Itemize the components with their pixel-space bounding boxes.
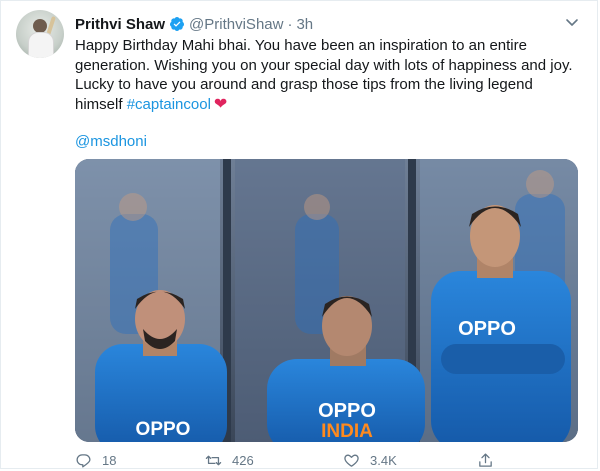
mention-line: @msdhoni [75, 133, 147, 150]
heart-icon [344, 454, 359, 467]
reply-icon [76, 454, 91, 468]
retweet-icon [205, 455, 222, 466]
share-button[interactable] [477, 452, 494, 469]
author-handle[interactable]: @PrithviShaw [189, 16, 283, 33]
tweet-header: Prithvi Shaw @PrithviShaw · 3h [75, 14, 313, 34]
like-count: 3.4K [370, 453, 397, 468]
jersey-brand-text: OPPO [458, 318, 516, 340]
profile-avatar[interactable] [16, 10, 64, 58]
photo-illustration: OPPO OPPO INDIA OPPO [75, 159, 578, 442]
reply-count: 18 [102, 453, 117, 468]
tweet-line: Lucky to have you around and grasp those… [75, 76, 533, 93]
mention-link[interactable]: @msdhoni [75, 133, 147, 150]
tweet-time[interactable]: 3h [296, 16, 313, 33]
author-name[interactable]: Prithvi Shaw [75, 16, 165, 33]
reply-button[interactable]: 18 [75, 452, 116, 469]
jersey-country-text: INDIA [321, 421, 373, 442]
retweet-button[interactable]: 426 [205, 452, 254, 469]
tweet-text: Happy Birthday Mahi bhai. You have been … [75, 36, 580, 114]
retweet-count: 426 [232, 453, 254, 468]
heart-emoji: ❤ [213, 95, 228, 113]
tweet-line-text: himself [75, 95, 123, 113]
tweet-line: himself #captaincool ❤ [75, 95, 580, 115]
jersey-brand-text: OPPO [136, 419, 191, 440]
tweet-line: Happy Birthday Mahi bhai. You have been … [75, 37, 527, 54]
jersey-brand-text: OPPO [318, 400, 376, 422]
like-button[interactable]: 3.4K [343, 452, 397, 469]
verified-badge-icon [170, 17, 185, 31]
tweet-line: generation. Wishing you on your special … [75, 56, 573, 74]
chevron-down-icon[interactable] [564, 14, 580, 30]
share-icon [479, 453, 492, 467]
hashtag-link[interactable]: #captaincool [127, 96, 211, 113]
tweet-actions: 18 426 3.4K [75, 452, 580, 470]
separator-dot: · [287, 15, 293, 33]
tweet-photo[interactable]: OPPO OPPO INDIA OPPO [75, 159, 578, 442]
